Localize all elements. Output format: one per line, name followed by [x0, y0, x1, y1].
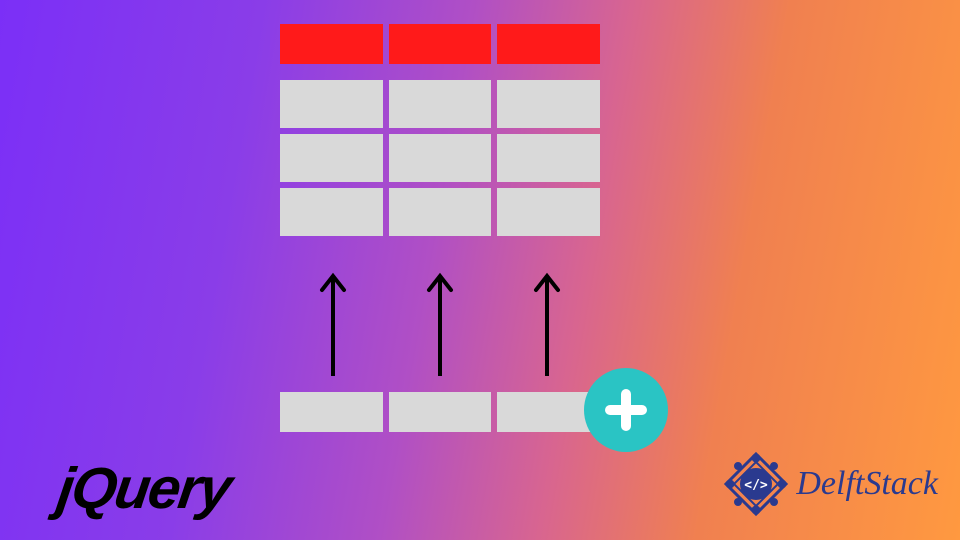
body-cell	[497, 188, 600, 236]
header-cell	[389, 24, 492, 64]
diagram-canvas: jQuery	[0, 0, 960, 540]
table-header-row	[280, 24, 600, 64]
body-cell	[280, 188, 383, 236]
table-row	[280, 134, 600, 182]
body-cell	[389, 80, 492, 128]
add-row-button[interactable]	[584, 368, 668, 452]
body-cell	[497, 134, 600, 182]
code-glyph-icon: </>	[745, 478, 769, 493]
table-row	[280, 80, 600, 128]
arrows-group	[280, 268, 600, 378]
arrow-up-icon	[425, 268, 455, 378]
delftstack-mark-icon: </>	[722, 450, 790, 518]
header-cell	[497, 24, 600, 64]
body-cell	[389, 188, 492, 236]
body-cell	[280, 134, 383, 182]
new-cell	[389, 392, 492, 432]
plus-icon	[604, 388, 648, 432]
new-cell	[280, 392, 383, 432]
delftstack-wordmark: DelftStack	[796, 465, 938, 503]
jquery-logo: jQuery	[53, 455, 234, 522]
table-row	[280, 188, 600, 236]
header-cell	[280, 24, 383, 64]
arrow-up-icon	[318, 268, 348, 378]
table	[280, 24, 600, 242]
delftstack-logo: </> DelftStack	[722, 450, 938, 518]
body-cell	[389, 134, 492, 182]
body-cell	[280, 80, 383, 128]
arrow-up-icon	[532, 268, 562, 378]
body-cell	[497, 80, 600, 128]
new-row	[280, 392, 600, 432]
